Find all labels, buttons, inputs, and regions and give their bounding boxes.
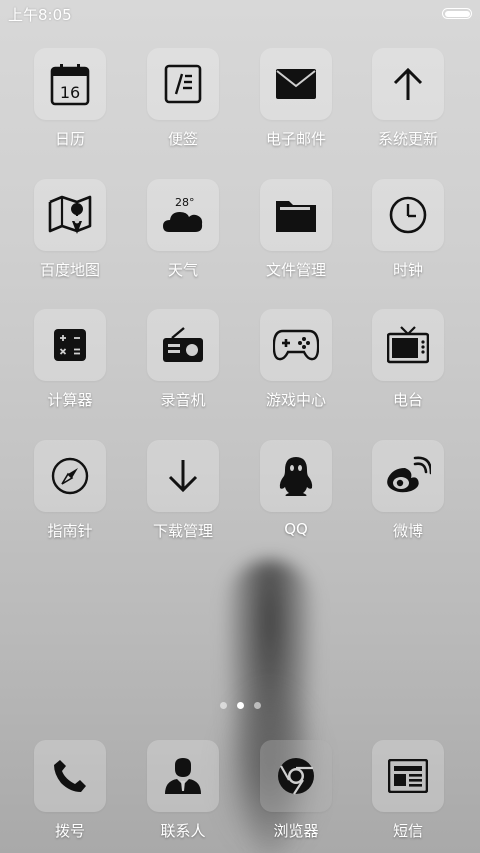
battery-level <box>444 10 470 17</box>
battery-icon <box>442 8 472 19</box>
app-label: 电台 <box>392 391 423 409</box>
app-label: 游戏中心 <box>265 391 326 409</box>
app-tile[interactable] <box>34 740 106 812</box>
app-label: 计算器 <box>47 391 93 409</box>
app-label: 电子邮件 <box>265 130 326 148</box>
app-label: 百度地图 <box>39 261 100 279</box>
app-email[interactable]: 电子邮件 <box>241 48 351 149</box>
app-label: 录音机 <box>160 391 206 409</box>
notes-icon <box>164 64 202 104</box>
app-clock[interactable]: 时钟 <box>353 179 463 280</box>
app-tile[interactable] <box>260 740 332 812</box>
dock-messages[interactable]: 短信 <box>353 740 463 841</box>
contacts-icon <box>163 757 203 795</box>
app-tile[interactable] <box>260 440 332 512</box>
status-time: 上午8:05 <box>8 6 72 24</box>
qq-penguin-icon <box>278 455 314 497</box>
app-tile[interactable] <box>147 309 219 381</box>
app-label: 微博 <box>392 522 423 540</box>
app-compass[interactable]: 指南针 <box>15 440 125 541</box>
app-file-manager[interactable]: 文件管理 <box>241 179 351 280</box>
app-calendar[interactable]: 16 日历 <box>15 48 125 149</box>
tv-icon <box>387 325 429 365</box>
app-tile[interactable] <box>260 309 332 381</box>
app-tile[interactable] <box>260 179 332 251</box>
app-tile[interactable]: 28° <box>147 179 219 251</box>
app-game-center[interactable]: 游戏中心 <box>241 309 351 410</box>
app-tile[interactable] <box>372 440 444 512</box>
app-label: 日历 <box>54 130 85 148</box>
chrome-icon <box>276 756 316 796</box>
dock-browser[interactable]: 浏览器 <box>241 740 351 841</box>
app-notes[interactable]: 便签 <box>128 48 238 149</box>
weather-icon: 28° <box>161 194 205 236</box>
compass-icon <box>50 456 90 496</box>
app-tile[interactable] <box>34 440 106 512</box>
app-label: 短信 <box>392 822 423 840</box>
arrow-down-icon <box>166 458 200 494</box>
status-bar: 上午8:05 <box>0 0 480 26</box>
app-label: 下载管理 <box>152 522 213 540</box>
app-tile[interactable] <box>34 309 106 381</box>
app-label: 便签 <box>167 130 198 148</box>
calendar-icon: 16 <box>50 62 90 106</box>
app-label: 指南针 <box>47 522 93 540</box>
app-qq[interactable]: QQ <box>241 440 351 538</box>
page-indicator <box>0 702 480 709</box>
app-label: 联系人 <box>160 822 206 840</box>
page-dot-active[interactable] <box>236 702 244 709</box>
app-label: 拨号 <box>54 822 85 840</box>
app-label: 时钟 <box>392 261 423 279</box>
app-tile[interactable] <box>372 48 444 120</box>
weather-temperature: 28° <box>175 196 195 209</box>
app-weibo[interactable]: 微博 <box>353 440 463 541</box>
app-baidu-map[interactable]: 百度地图 <box>15 179 125 280</box>
page-dot[interactable] <box>219 702 227 709</box>
app-calculator[interactable]: 计算器 <box>15 309 125 410</box>
news-icon <box>388 759 428 793</box>
dock-contacts[interactable]: 联系人 <box>128 740 238 841</box>
mail-icon <box>275 68 317 100</box>
clock-icon <box>388 195 428 235</box>
app-label: 系统更新 <box>377 130 438 148</box>
radio-icon <box>162 326 204 364</box>
folder-icon <box>275 197 317 233</box>
app-tile[interactable] <box>147 740 219 812</box>
app-label: 文件管理 <box>265 261 326 279</box>
app-radio[interactable]: 电台 <box>353 309 463 410</box>
app-label: 浏览器 <box>273 822 319 840</box>
map-icon <box>48 194 92 236</box>
dock-phone[interactable]: 拨号 <box>15 740 125 841</box>
calculator-icon <box>53 328 87 362</box>
app-tile[interactable] <box>260 48 332 120</box>
calendar-day: 16 <box>60 83 80 102</box>
app-label: 天气 <box>167 261 198 279</box>
app-recorder[interactable]: 录音机 <box>128 309 238 410</box>
page-dot[interactable] <box>253 702 261 709</box>
app-tile[interactable] <box>372 740 444 812</box>
app-download-manager[interactable]: 下载管理 <box>128 440 238 541</box>
gamepad-icon <box>273 328 319 362</box>
weibo-icon <box>385 456 431 496</box>
app-tile[interactable] <box>34 179 106 251</box>
arrow-up-icon <box>391 66 425 102</box>
phone-icon <box>52 758 88 794</box>
app-tile[interactable] <box>372 179 444 251</box>
app-tile[interactable] <box>372 309 444 381</box>
app-system-update[interactable]: 系统更新 <box>353 48 463 149</box>
app-tile[interactable] <box>147 440 219 512</box>
app-label: QQ <box>284 520 308 538</box>
app-tile[interactable]: 16 <box>34 48 106 120</box>
app-weather[interactable]: 28° 天气 <box>128 179 238 280</box>
app-tile[interactable] <box>147 48 219 120</box>
